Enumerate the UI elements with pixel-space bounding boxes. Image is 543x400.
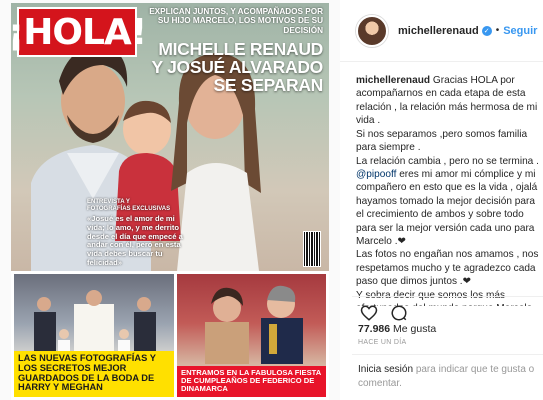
header-username[interactable]: michellerenaud: [398, 25, 479, 37]
avatar[interactable]: [356, 14, 388, 47]
frederik-birthday-panel: ENTRAMOS EN LA FABULOSA FIESTA DE CUMPLE…: [177, 274, 326, 397]
post-header: michellerenaud ✓ • Seguir: [340, 0, 543, 62]
caption-mention[interactable]: @pipooff: [356, 169, 396, 180]
post-image[interactable]: ¡HOLA! EXPLICAN JUNTOS, Y ACOMPAÑADOS PO…: [0, 0, 340, 400]
cover-interview-label: ENTREVISTA Y FOTOGRAFÍAS EXCLUSIVAS: [87, 199, 171, 212]
caption-area: michellerenaud Gracias HOLA por acompaña…: [356, 74, 539, 306]
royal-wedding-caption: LAS NUEVAS FOTOGRAFÍAS Y LOS SECRETOS ME…: [14, 351, 174, 397]
cover-kicker: EXPLICAN JUNTOS, Y ACOMPAÑADOS POR SU HI…: [149, 7, 323, 35]
comment-prompt: Inicia sesión para indicar que te gusta …: [352, 354, 543, 400]
header-separator: •: [495, 25, 500, 36]
caption-paragraph-1: michellerenaud Gracias HOLA por acompaña…: [356, 74, 539, 128]
heart-icon[interactable]: [358, 302, 380, 324]
barcode: [303, 231, 321, 267]
caption-username[interactable]: michellerenaud: [356, 75, 430, 86]
magazine-cover: ¡HOLA! EXPLICAN JUNTOS, Y ACOMPAÑADOS PO…: [11, 3, 329, 400]
royal-wedding-panel: LAS NUEVAS FOTOGRAFÍAS Y LOS SECRETOS ME…: [14, 274, 174, 397]
cover-bottom-panels: LAS NUEVAS FOTOGRAFÍAS Y LOS SECRETOS ME…: [11, 271, 329, 400]
verified-check-icon: ✓: [481, 25, 492, 36]
caption-line-5: Las fotos no engañan nos amamos , nos re…: [356, 249, 539, 288]
likes-number: 77.986: [358, 323, 391, 335]
hola-logo: ¡HOLA!: [11, 7, 147, 57]
comment-icon[interactable]: [388, 302, 410, 324]
likes-count[interactable]: 77.986 Me gusta: [358, 323, 436, 335]
frederik-birthday-caption: ENTRAMOS EN LA FABULOSA FIESTA DE CUMPLE…: [177, 366, 326, 397]
caption-paragraph-4: @pipooff eres mi amor mi cómplice y mi c…: [356, 168, 539, 249]
caption-line-2: Si nos separamos ,pero somos familia par…: [356, 128, 528, 154]
caption-line-3: La relación cambia , pero no se termina …: [356, 155, 539, 167]
frederik-birthday-illustration: [205, 285, 303, 364]
login-link[interactable]: Inicia sesión: [358, 364, 413, 375]
cover-quote: «Josué es el amor de mi vida; lo amo, y …: [87, 214, 183, 267]
cover-headline: MICHELLE RENAUD Y JOSUÉ ALVARADO SE SEPA…: [151, 39, 323, 95]
follow-button[interactable]: Seguir: [503, 25, 537, 37]
post-timestamp: HACE UN DÍA: [358, 339, 407, 346]
caption-line-4: eres mi amor mi cómplice y mi compañero …: [356, 168, 538, 248]
likes-label: Me gusta: [393, 323, 437, 335]
